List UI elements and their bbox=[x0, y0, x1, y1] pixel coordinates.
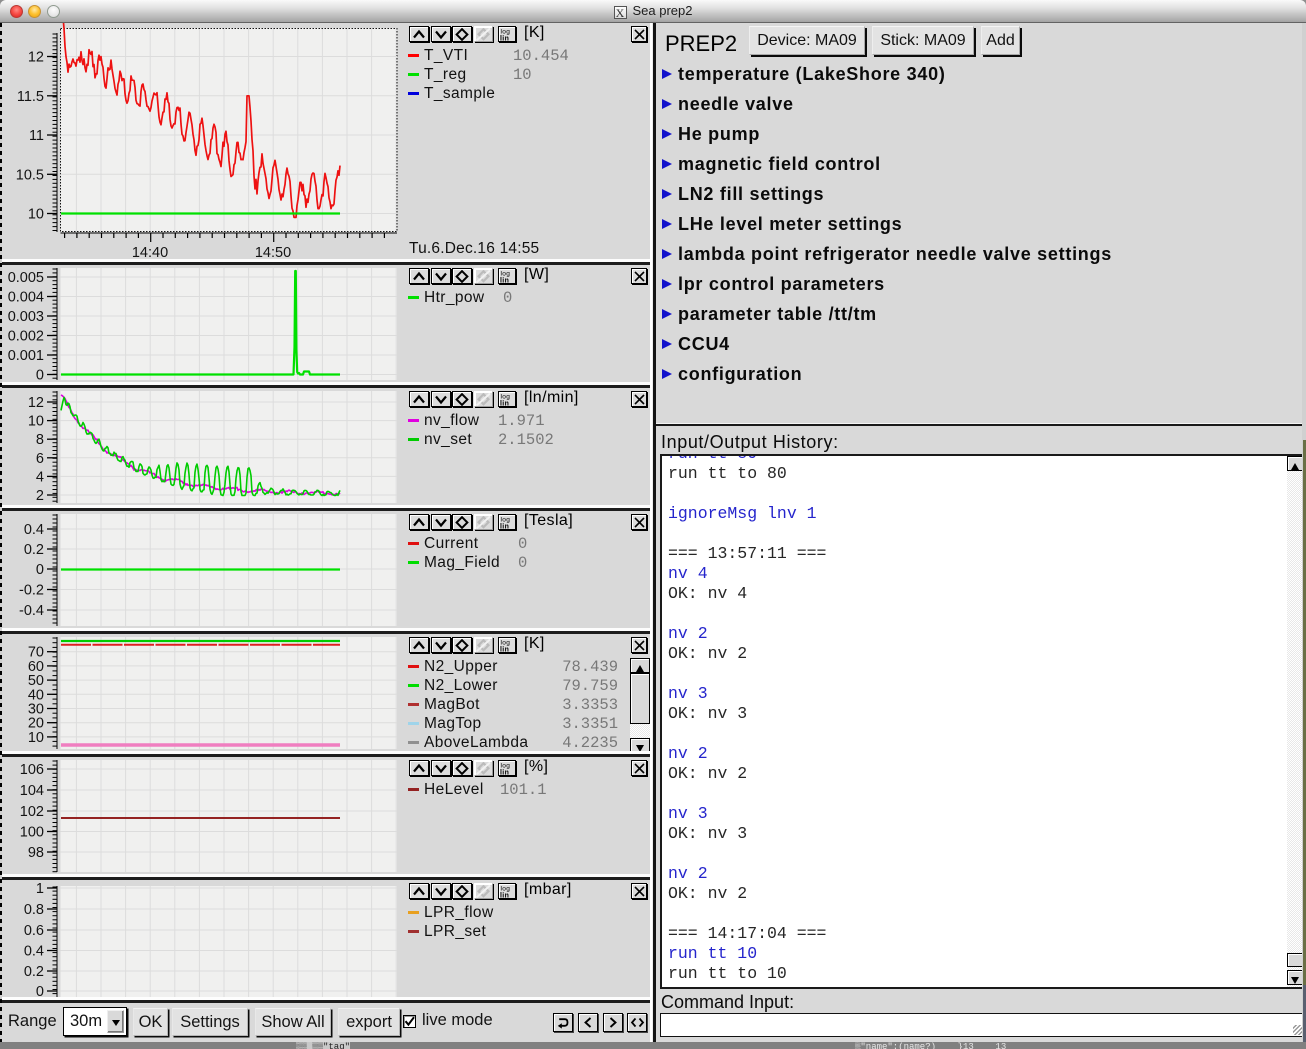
svg-text:0.002: 0.002 bbox=[8, 329, 44, 345]
svg-text:0.6: 0.6 bbox=[24, 923, 44, 939]
svg-text:104: 104 bbox=[20, 783, 44, 799]
svg-text:-0.4: -0.4 bbox=[19, 603, 44, 619]
svg-text:10.5: 10.5 bbox=[16, 167, 44, 183]
svg-text:6: 6 bbox=[36, 451, 44, 467]
svg-text:lin: lin bbox=[500, 277, 509, 282]
svg-text:10: 10 bbox=[28, 414, 44, 430]
svg-text:lin: lin bbox=[500, 646, 509, 651]
svg-text:lin: lin bbox=[500, 400, 509, 405]
svg-text:lin: lin bbox=[500, 892, 509, 897]
svg-text:10: 10 bbox=[28, 730, 44, 746]
svg-text:102: 102 bbox=[20, 804, 44, 820]
svg-text:0: 0 bbox=[36, 562, 44, 578]
svg-text:2: 2 bbox=[36, 488, 44, 504]
svg-text:12: 12 bbox=[28, 50, 44, 66]
svg-text:lin: lin bbox=[500, 769, 509, 774]
svg-text:1: 1 bbox=[36, 881, 44, 897]
svg-text:log: log bbox=[500, 270, 510, 277]
svg-text:4: 4 bbox=[36, 469, 44, 485]
svg-text:100: 100 bbox=[20, 825, 44, 841]
svg-text:0.004: 0.004 bbox=[8, 290, 44, 306]
svg-text:12: 12 bbox=[28, 395, 44, 411]
svg-text:8: 8 bbox=[36, 432, 44, 448]
svg-text:98: 98 bbox=[28, 845, 44, 861]
svg-text:0.003: 0.003 bbox=[8, 309, 44, 325]
svg-text:log: log bbox=[500, 516, 510, 523]
svg-text:log: log bbox=[500, 885, 510, 892]
svg-text:-0.2: -0.2 bbox=[19, 583, 44, 599]
svg-text:log: log bbox=[500, 639, 510, 646]
svg-text:0.4: 0.4 bbox=[24, 522, 44, 538]
svg-text:0.8: 0.8 bbox=[24, 902, 44, 918]
svg-text:0.2: 0.2 bbox=[24, 542, 44, 558]
svg-text:0.4: 0.4 bbox=[24, 944, 44, 960]
svg-text:10: 10 bbox=[28, 207, 44, 223]
svg-text:log: log bbox=[500, 28, 510, 35]
svg-text:11: 11 bbox=[29, 128, 44, 144]
svg-text:log: log bbox=[500, 393, 510, 400]
svg-text:0.001: 0.001 bbox=[8, 348, 44, 364]
svg-text:lin: lin bbox=[500, 35, 509, 40]
svg-text:0.2: 0.2 bbox=[24, 964, 44, 980]
svg-text:11.5: 11.5 bbox=[17, 89, 44, 105]
svg-text:log: log bbox=[500, 762, 510, 769]
svg-text:106: 106 bbox=[20, 762, 44, 778]
svg-text:0.005: 0.005 bbox=[8, 270, 44, 286]
svg-text:lin: lin bbox=[500, 523, 509, 528]
